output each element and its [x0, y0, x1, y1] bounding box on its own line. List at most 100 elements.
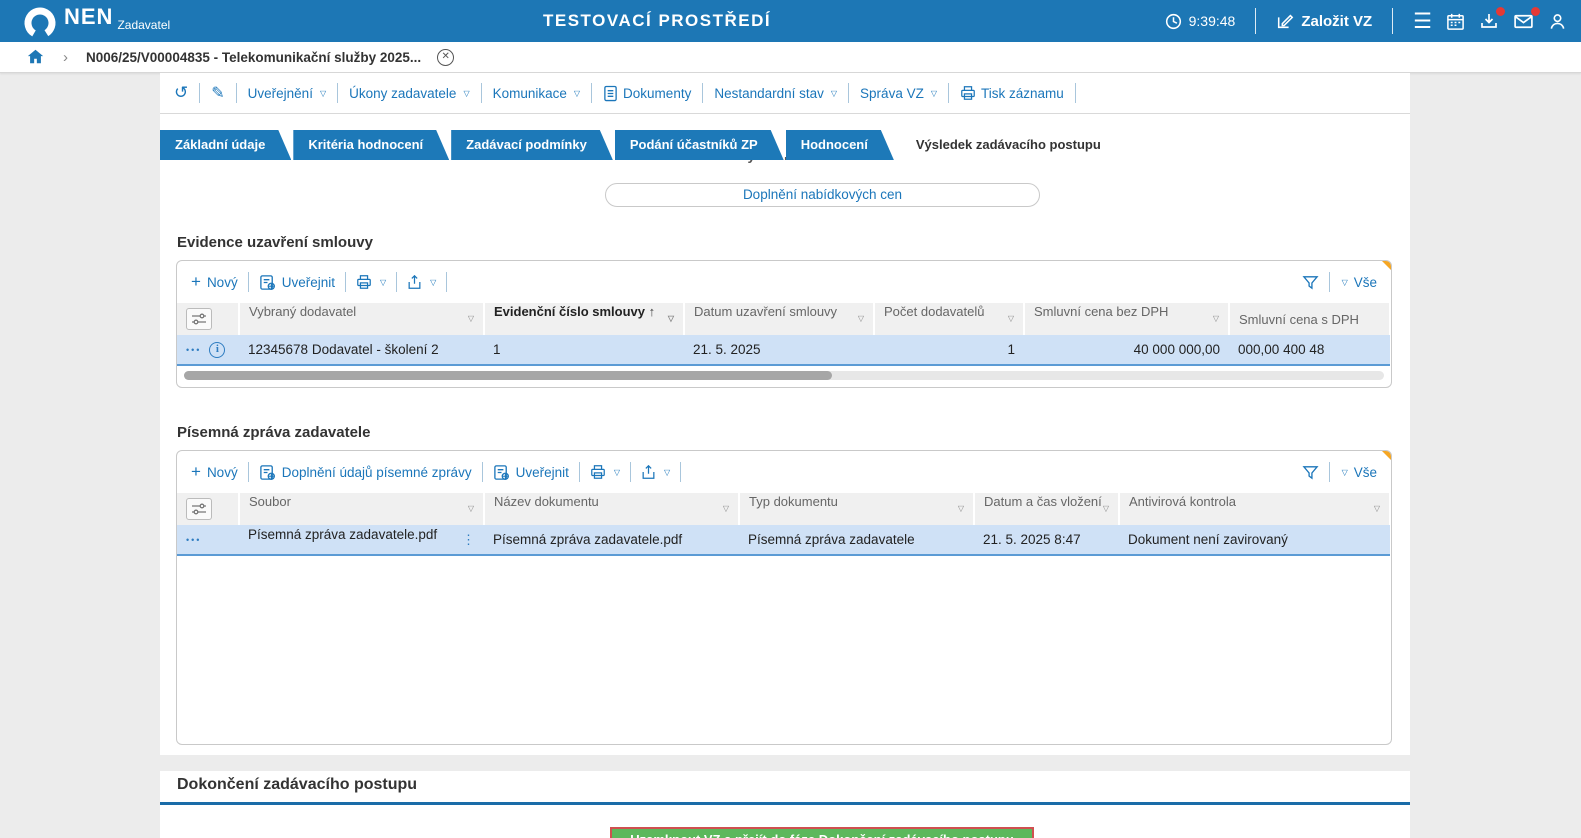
filter-caret-icon[interactable]: ▽ [1103, 494, 1109, 524]
tab-podani-ucastniku-zp[interactable]: Podání účastníků ZP [615, 130, 784, 160]
menu-uverejneni[interactable]: Uveřejnění ▽ [248, 86, 326, 101]
divider [396, 272, 398, 292]
user-profile-button[interactable] [1548, 12, 1567, 31]
print-report-button[interactable]: ▽ [590, 464, 620, 480]
export-contract-button[interactable]: ▽ [407, 274, 436, 290]
publish-report-button[interactable]: Uveřejnit [493, 464, 569, 481]
home-button[interactable] [26, 48, 45, 66]
menu-nestandardni-stav[interactable]: Nestandardní stav ▽ [714, 86, 837, 101]
export-icon [642, 464, 655, 479]
filter-caret-icon[interactable]: ▽ [668, 304, 674, 334]
messages-button[interactable] [1513, 6, 1540, 32]
cell-datum-cas: 21. 5. 2025 8:47 [974, 525, 1119, 556]
lock-vz-button[interactable]: Uzamknout VZ a přejít do fáze Dokončení … [610, 827, 1034, 838]
refresh-button[interactable]: ↺ [174, 83, 188, 103]
doplneni-nabidkovych-cen-button[interactable]: Doplnění nabídkových cen [605, 183, 1040, 207]
environment-title: TESTOVACÍ PROSTŘEDÍ [543, 11, 772, 30]
cell-antivirova-kontrola: Dokument není zavirovaný [1119, 525, 1390, 556]
sort-ascending-icon: ↑ [648, 304, 656, 319]
cell-vybrany-dodavatel: 12345678 Dodavatel - školení 2 [239, 335, 484, 366]
cell-pocet-dodavatelu: 1 [874, 335, 1024, 366]
contract-table-row[interactable]: ••• i 12345678 Dodavatel - školení 2 1 2… [177, 335, 1390, 366]
menu-sprava-vz[interactable]: Správa VZ ▽ [860, 86, 937, 101]
main-menu-button[interactable]: ☰ [1413, 11, 1432, 32]
contract-table: Vybraný dodavatel ▽ Evidenční číslo smlou… [177, 303, 1391, 366]
menu-komunikace[interactable]: Komunikace ▽ [493, 86, 580, 101]
downloads-button[interactable] [1479, 7, 1505, 31]
filter-button[interactable] [1302, 464, 1319, 481]
create-vz-button[interactable]: Založit VZ [1276, 12, 1372, 30]
downloads-badge [1496, 7, 1505, 16]
filter-caret-icon[interactable]: ▽ [958, 494, 964, 524]
export-report-button[interactable]: ▽ [641, 464, 670, 480]
column-header[interactable]: Vybraný dodavatel ▽ [239, 303, 485, 335]
menu-ukony-zadavatele[interactable]: Úkony zadavatele ▽ [349, 86, 469, 101]
filter-preset-select[interactable]: ▽ Vše [1340, 465, 1377, 480]
chevron-down-icon: ▽ [319, 88, 327, 98]
divider [702, 83, 704, 103]
menu-dokumenty[interactable]: Dokumenty [603, 85, 691, 102]
cell-evidencni-cislo: 1 [484, 335, 684, 366]
tab-zakladni-udaje[interactable]: Základní údaje [160, 130, 291, 160]
breadcrumb-item[interactable]: N006/25/V00004835 - Telekomunikační služ… [86, 50, 421, 65]
chevron-down-icon: ▽ [930, 88, 937, 98]
column-header[interactable]: Typ dokumentu ▽ [739, 493, 975, 525]
tab-vysledek-zadavaciho-postupu[interactable]: Výsledek zadávacího postupu [896, 130, 1135, 160]
column-header[interactable]: Soubor ▽ [239, 493, 485, 525]
report-table-row[interactable]: ••• Písemná zpráva zadavatele.pdf ⋮ Píse… [177, 525, 1390, 556]
column-header[interactable]: Název dokumentu ▽ [484, 493, 740, 525]
cell-nazev-dokumentu: Písemná zpráva zadavatele.pdf [484, 525, 739, 556]
info-icon[interactable]: i [209, 341, 226, 358]
report-section-title: Písemná zpráva zadavatele [177, 424, 371, 441]
column-header[interactable]: Smluvní cena bez DPH ▽ [1024, 303, 1230, 335]
column-header[interactable]: Smluvní cena s DPH [1229, 303, 1391, 335]
column-header[interactable]: Antivirová kontrola ▽ [1119, 493, 1391, 525]
calendar-button[interactable] [1446, 12, 1465, 31]
column-settings-header[interactable] [177, 493, 240, 525]
filter-caret-icon[interactable]: ▽ [1213, 304, 1219, 334]
drag-handle-icon[interactable]: ⋮ [462, 527, 475, 553]
tab-zadavaci-podminky[interactable]: Zadávací podmínky [451, 130, 613, 160]
divider [344, 272, 346, 292]
filter-caret-icon[interactable]: ▽ [723, 494, 729, 524]
filter-caret-icon[interactable]: ▽ [468, 304, 474, 334]
horizontal-scrollbar[interactable] [184, 371, 1384, 380]
tab-hodnoceni[interactable]: Hodnocení [786, 130, 894, 160]
filter-caret-icon[interactable]: ▽ [858, 304, 864, 334]
divider [480, 83, 482, 103]
scrollbar-thumb[interactable] [184, 371, 832, 380]
column-header[interactable]: Datum a čas vložení ▽ [974, 493, 1120, 525]
filter-preset-select[interactable]: ▽ Vše [1340, 275, 1377, 290]
column-header[interactable]: Datum uzavření smlouvy ▽ [684, 303, 875, 335]
edit-record-button[interactable]: ✎ [211, 83, 224, 103]
user-icon [1550, 13, 1565, 29]
report-panel: + Nový Doplnění údajů písemné zprávy Uve… [176, 450, 1392, 745]
tab-kriteria-hodnoceni[interactable]: Kritéria hodnocení [293, 130, 449, 160]
filter-caret-icon[interactable]: ▽ [1008, 304, 1014, 334]
row-menu-icon[interactable]: ••• [186, 345, 201, 355]
plus-icon: + [191, 272, 201, 291]
close-tab-button[interactable]: ✕ [437, 48, 455, 66]
publish-contract-button[interactable]: Uveřejnit [259, 274, 335, 291]
nen-logo[interactable]: NEN Zadavatel [22, 2, 170, 41]
row-menu-icon[interactable]: ••• [186, 535, 201, 545]
new-contract-button[interactable]: + Nový [191, 272, 238, 292]
column-header-sorted[interactable]: Evidenční číslo smlouvy ↑ ▽ [484, 303, 685, 335]
filter-button[interactable] [1302, 274, 1319, 291]
print-contract-button[interactable]: ▽ [356, 274, 386, 290]
document-icon [604, 85, 617, 101]
menu-icon: ☰ [1413, 9, 1432, 33]
divider [848, 83, 850, 103]
chevron-down-icon: ▽ [613, 467, 621, 477]
new-report-button[interactable]: + Nový [191, 462, 238, 482]
filter-caret-icon[interactable]: ▽ [1374, 494, 1380, 524]
divider [591, 83, 593, 103]
edit-icon [1278, 14, 1294, 29]
divider [1392, 8, 1394, 34]
column-settings-header[interactable] [177, 303, 240, 335]
doplneni-udaju-button[interactable]: Doplnění údajů písemné zprávy [259, 464, 472, 481]
filter-caret-icon[interactable]: ▽ [468, 494, 474, 524]
column-header[interactable]: Počet dodavatelů ▽ [874, 303, 1025, 335]
print-record-button[interactable]: Tisk záznamu [960, 85, 1064, 101]
divider [247, 272, 249, 292]
